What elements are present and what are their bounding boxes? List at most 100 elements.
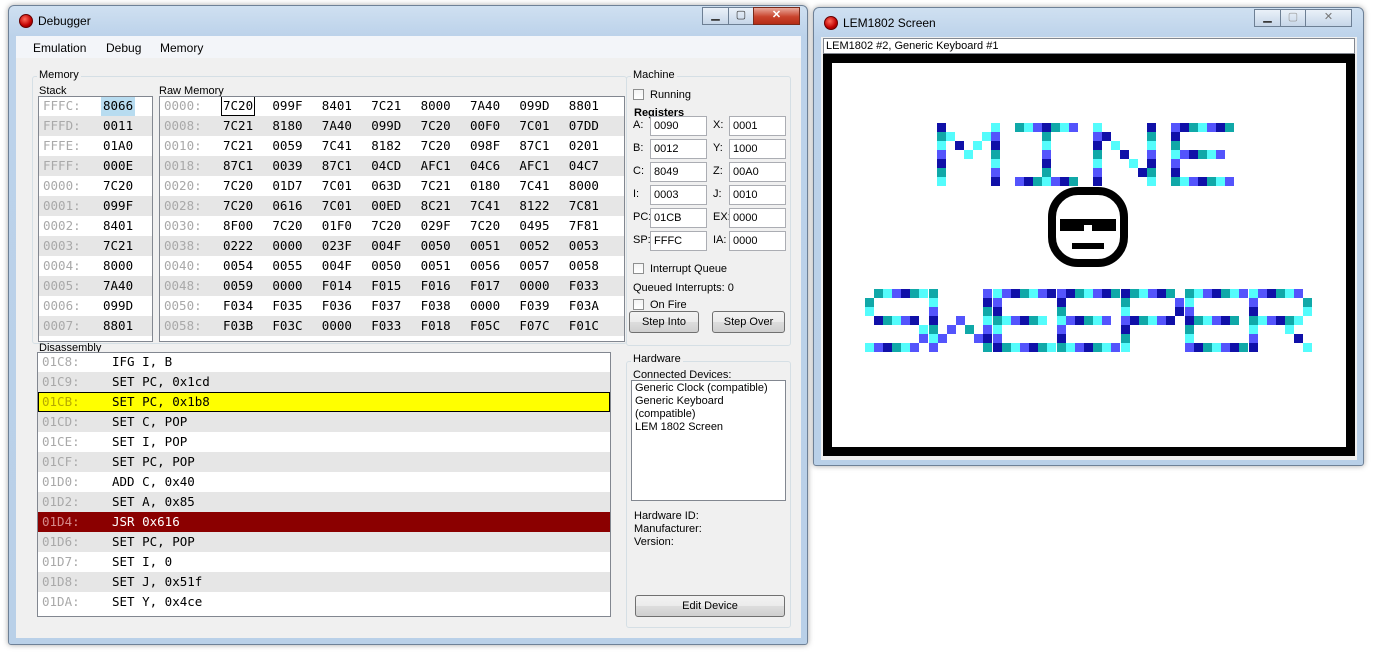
- memory-word[interactable]: AFC1: [421, 156, 451, 176]
- disassembly-row[interactable]: 01CE: SET I, POP: [38, 432, 610, 452]
- register-value-field[interactable]: 8049: [650, 162, 707, 182]
- memory-word[interactable]: AFC1: [519, 156, 549, 176]
- memory-word[interactable]: 0616: [272, 196, 302, 216]
- memory-word[interactable]: F03A: [569, 296, 599, 316]
- memory-word[interactable]: 8000: [421, 97, 451, 116]
- memory-word[interactable]: F037: [371, 296, 401, 316]
- memory-word[interactable]: 7C21: [421, 176, 451, 196]
- debugger-titlebar[interactable]: Debugger ▁ ▢ ✕: [9, 6, 807, 36]
- memory-word[interactable]: 0051: [470, 236, 500, 256]
- menu-debug[interactable]: Debug: [106, 41, 141, 55]
- stack-row[interactable]: 0007: 8801: [39, 316, 152, 336]
- disassembly-row[interactable]: 01D8: SET J, 0x51f: [38, 572, 610, 592]
- menu-memory[interactable]: Memory: [160, 41, 203, 55]
- memory-word[interactable]: 0495: [519, 216, 549, 236]
- disassembly-row[interactable]: 01CD: SET C, POP: [38, 412, 610, 432]
- raw-memory-row[interactable]: 0028: 7C20 0616 7C01 00ED 8C21 7C41 8122 7C81: [160, 196, 624, 216]
- memory-word[interactable]: 0052: [519, 236, 549, 256]
- memory-word[interactable]: F03B: [223, 316, 253, 336]
- memory-word[interactable]: 7C01: [322, 176, 352, 196]
- memory-word[interactable]: F039: [519, 296, 549, 316]
- memory-word[interactable]: 07DD: [569, 116, 599, 136]
- stack-row[interactable]: FFFC: 8066: [39, 97, 152, 116]
- register-value-field[interactable]: 00A0: [729, 162, 786, 182]
- memory-word[interactable]: F033: [569, 276, 599, 296]
- memory-word[interactable]: 063D: [371, 176, 401, 196]
- lem-screen[interactable]: [823, 54, 1355, 456]
- memory-word[interactable]: 0000: [272, 236, 302, 256]
- register-value-field[interactable]: FFFC: [650, 231, 707, 251]
- memory-word[interactable]: F017: [470, 276, 500, 296]
- memory-word[interactable]: 0050: [421, 236, 451, 256]
- memory-word[interactable]: 7C41: [519, 176, 549, 196]
- step-over-button[interactable]: Step Over: [712, 311, 785, 333]
- interrupt-queue-checkbox[interactable]: [633, 263, 644, 274]
- memory-word[interactable]: 0055: [272, 256, 302, 276]
- raw-memory-row[interactable]: 0030: 8F00 7C20 01F0 7C20 029F 7C20 0495 7F81: [160, 216, 624, 236]
- maximize-icon[interactable]: ▢: [728, 7, 754, 25]
- raw-memory-row[interactable]: 0018: 87C1 0039 87C1 04CD AFC1 04C6 AFC1 04C7: [160, 156, 624, 176]
- disassembly-list[interactable]: 01C8: IFG I, B 01C9: SET PC, 0x1cd 01CB: SET …: [37, 352, 611, 617]
- minimize-icon[interactable]: ▁: [1254, 9, 1281, 27]
- raw-memory-row[interactable]: 0008: 7C21 8180 7A40 099D 7C20 00F0 7C01 07DD: [160, 116, 624, 136]
- disassembly-row[interactable]: 01DA: SET Y, 0x4ce: [38, 592, 610, 612]
- device-item[interactable]: LEM 1802 Screen: [635, 421, 782, 434]
- memory-word[interactable]: 7C21: [223, 136, 253, 156]
- register-value-field[interactable]: 0001: [729, 116, 786, 136]
- memory-word[interactable]: 0222: [223, 236, 253, 256]
- memory-word[interactable]: 023F: [322, 236, 352, 256]
- stack-row[interactable]: 0000: 7C20: [39, 176, 152, 196]
- memory-word[interactable]: 01F0: [322, 216, 352, 236]
- memory-word[interactable]: F07C: [519, 316, 549, 336]
- stack-row[interactable]: 0004: 8000: [39, 256, 152, 276]
- raw-memory-grid[interactable]: 0000: 7C20 099F 8401 7C21 8000 7A40 099D 8801 000…: [159, 96, 625, 342]
- disassembly-row[interactable]: 01C9: SET PC, 0x1cd: [38, 372, 610, 392]
- device-item[interactable]: Generic Clock (compatible): [635, 382, 782, 395]
- disassembly-row[interactable]: 01D0: ADD C, 0x40: [38, 472, 610, 492]
- memory-word[interactable]: 7C20: [223, 176, 253, 196]
- disassembly-row[interactable]: 01CB: SET PC, 0x1b8: [38, 392, 610, 412]
- memory-word[interactable]: F033: [371, 316, 401, 336]
- register-value-field[interactable]: 0000: [729, 208, 786, 228]
- memory-word[interactable]: 0051: [421, 256, 451, 276]
- memory-word[interactable]: 7C41: [470, 196, 500, 216]
- memory-word[interactable]: F018: [421, 316, 451, 336]
- memory-word[interactable]: F034: [223, 296, 253, 316]
- raw-memory-row[interactable]: 0020: 7C20 01D7 7C01 063D 7C21 0180 7C41 8000: [160, 176, 624, 196]
- register-value-field[interactable]: 01CB: [650, 208, 707, 228]
- memory-word[interactable]: 0201: [569, 136, 599, 156]
- memory-word[interactable]: 098F: [470, 136, 500, 156]
- memory-word[interactable]: 04C7: [569, 156, 599, 176]
- memory-word[interactable]: 7C20: [421, 116, 451, 136]
- memory-word[interactable]: F015: [371, 276, 401, 296]
- memory-word[interactable]: 7C20: [223, 196, 253, 216]
- on-fire-checkbox[interactable]: [633, 299, 644, 310]
- memory-word[interactable]: 0056: [470, 256, 500, 276]
- memory-word[interactable]: F036: [322, 296, 352, 316]
- memory-word[interactable]: 029F: [421, 216, 451, 236]
- raw-memory-row[interactable]: 0010: 7C21 0059 7C41 8182 7C20 098F 87C1 0201: [160, 136, 624, 156]
- memory-word[interactable]: F016: [421, 276, 451, 296]
- raw-memory-row[interactable]: 0048: 0059 0000 F014 F015 F016 F017 0000 F033: [160, 276, 624, 296]
- memory-word[interactable]: 8122: [519, 196, 549, 216]
- disassembly-row[interactable]: 01D7: SET I, 0: [38, 552, 610, 572]
- memory-word[interactable]: 7C01: [322, 196, 352, 216]
- raw-memory-row[interactable]: 0050: F034 F035 F036 F037 F038 0000 F039 F03A: [160, 296, 624, 316]
- memory-word[interactable]: F014: [322, 276, 352, 296]
- memory-word[interactable]: 8801: [569, 97, 599, 116]
- memory-word[interactable]: 7C41: [322, 136, 352, 156]
- raw-memory-row[interactable]: 0038: 0222 0000 023F 004F 0050 0051 0052 0053: [160, 236, 624, 256]
- stack-row[interactable]: 0005: 7A40: [39, 276, 152, 296]
- disassembly-row[interactable]: 01D4: JSR 0x616: [38, 512, 610, 532]
- register-value-field[interactable]: 0003: [650, 185, 707, 205]
- register-value-field[interactable]: 0000: [729, 231, 786, 251]
- memory-word[interactable]: 0053: [569, 236, 599, 256]
- menu-emulation[interactable]: Emulation: [33, 41, 86, 55]
- memory-word[interactable]: 7C20: [470, 216, 500, 236]
- register-value-field[interactable]: 0012: [650, 139, 707, 159]
- memory-word[interactable]: 87C1: [322, 156, 352, 176]
- maximize-icon[interactable]: ▢: [1280, 9, 1306, 27]
- memory-word[interactable]: 87C1: [519, 136, 549, 156]
- disassembly-row[interactable]: 01D6: SET PC, POP: [38, 532, 610, 552]
- memory-word[interactable]: 7F81: [569, 216, 599, 236]
